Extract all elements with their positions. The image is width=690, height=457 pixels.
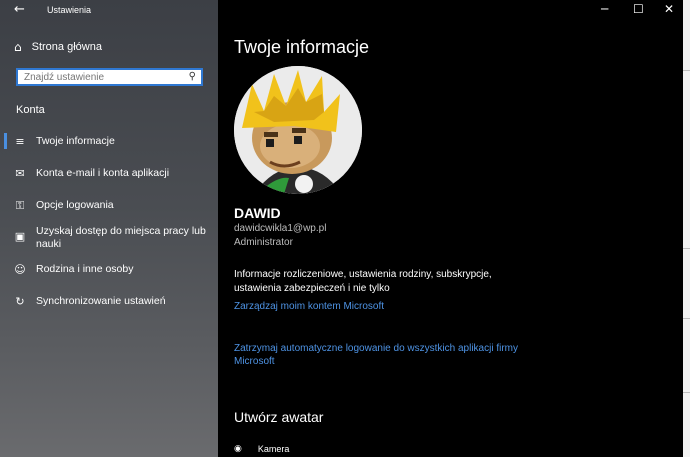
- avatar-image: [234, 66, 362, 194]
- maximize-icon[interactable]: ☐: [633, 2, 644, 16]
- close-icon[interactable]: ✕: [664, 2, 674, 16]
- sidebar-item-label: Rodzina i inne osoby: [36, 263, 134, 275]
- sidebar-item-opcje-logowania[interactable]: ⚿ Opcje logowania: [0, 199, 218, 213]
- sidebar-item-label: Opcje logowania: [36, 199, 114, 211]
- user-card-icon: ≡: [15, 135, 25, 148]
- home-label: Strona główna: [31, 41, 102, 53]
- manage-account-link[interactable]: Zarządzaj moim kontem Microsoft: [234, 300, 534, 313]
- briefcase-icon: ▣: [14, 230, 26, 243]
- sidebar-item-synchronizacja[interactable]: ↻ Synchronizowanie ustawień: [0, 295, 218, 308]
- sidebar-item-label: Konta e-mail i konta aplikacji: [36, 167, 170, 179]
- user-name: DAWID: [234, 205, 281, 221]
- sidebar-item-konta-email[interactable]: ✉ Konta e-mail i konta aplikacji: [0, 167, 218, 180]
- settings-window: ← Ustawienia ─ ☐ ✕ ⌂ Strona główna Znajd…: [0, 0, 683, 457]
- page-title: Twoje informacje: [234, 37, 370, 57]
- search-icon[interactable]: ⚲: [189, 71, 196, 82]
- minimize-icon[interactable]: ─: [601, 2, 608, 16]
- user-role: Administrator: [234, 237, 293, 248]
- key-icon: ⚿: [15, 199, 25, 212]
- user-email: dawidcwikla1@wp.pl: [234, 223, 327, 234]
- mail-icon: ✉: [15, 167, 25, 180]
- sidebar-item-label: Synchronizowanie ustawień: [36, 295, 166, 307]
- avatar: [234, 66, 362, 194]
- camera-label: Kamera: [257, 444, 290, 454]
- create-avatar-heading: Utwórz awatar: [234, 409, 324, 425]
- search-placeholder: Znajdź ustawienie: [24, 72, 105, 83]
- sync-icon: ↻: [15, 295, 25, 308]
- home-icon: ⌂: [14, 40, 22, 54]
- sidebar-item-label: Uzyskaj dostęp do miejsca pracy lub nauk…: [36, 225, 206, 250]
- camera-icon: ◉: [234, 444, 242, 454]
- stop-auto-login-link[interactable]: Zatrzymaj automatyczne logowanie do wszy…: [234, 342, 534, 368]
- back-arrow-icon[interactable]: ←: [14, 2, 25, 17]
- home-link[interactable]: ⌂ Strona główna: [14, 40, 102, 54]
- person-icon: ☺: [14, 263, 26, 276]
- window-title: Ustawienia: [47, 5, 92, 15]
- title-bar: ← Ustawienia ─ ☐ ✕: [0, 0, 683, 20]
- sidebar-item-label: Twoje informacje: [36, 135, 115, 147]
- search-input[interactable]: Znajdź ustawienie ⚲: [16, 68, 203, 86]
- background-window-strip: [683, 0, 690, 457]
- section-title: Konta: [16, 104, 45, 116]
- sidebar-item-rodzina[interactable]: ☺ Rodzina i inne osoby: [0, 263, 218, 276]
- sidebar-item-praca-nauka[interactable]: ▣ Uzyskaj dostęp do miejsca pracy lub na…: [0, 225, 218, 251]
- sidebar-item-twoje-informacje[interactable]: ≡ Twoje informacje: [0, 133, 218, 149]
- account-info-text: Informacje rozliczeniowe, ustawienia rod…: [234, 269, 492, 294]
- camera-option[interactable]: ◉ Kamera: [234, 444, 289, 454]
